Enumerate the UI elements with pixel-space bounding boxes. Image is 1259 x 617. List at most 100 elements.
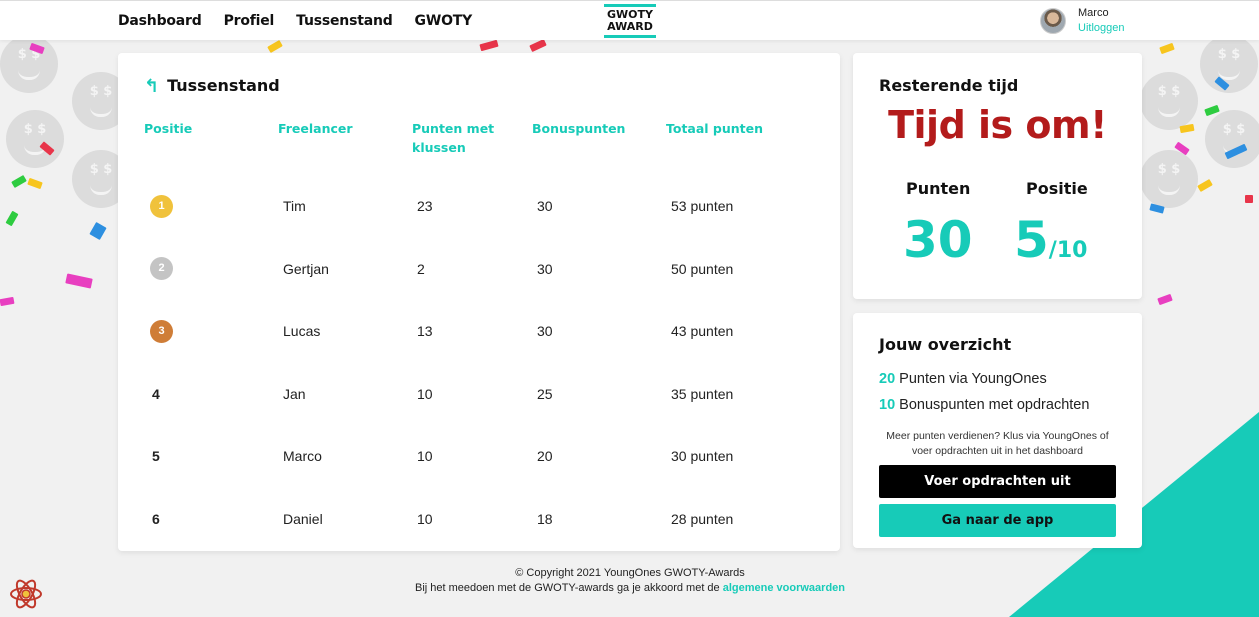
terms-link[interactable]: algemene voorwaarden [723,582,845,594]
position-display: 5/10 [1014,213,1087,278]
cell-job-points: 23 [417,198,433,215]
cell-name: Jan [283,385,306,402]
cell-bonus: 18 [537,510,553,527]
youngones-points-count: 20 [879,371,896,387]
cell-total: 28 punten [671,510,734,527]
points-label: Punten [906,179,971,198]
confetti-piece [1157,293,1173,306]
nav-dashboard[interactable]: Dashboard [118,13,202,29]
cell-bonus: 30 [537,198,553,215]
position-label: Positie [1026,179,1088,198]
standings-table: Positie Freelancer Punten met klussen Bo… [144,119,800,550]
logo-line-2: AWARD [607,20,653,33]
cell-total: 30 punten [671,448,734,465]
remaining-time-title: Resterende tijd [879,76,1019,95]
table-row: 6 Daniel 10 18 28 punten [144,488,800,551]
cell-name: Gertjan [283,260,329,277]
gwoty-award-logo[interactable]: GWOTY AWARD [604,4,656,38]
nav-profiel[interactable]: Profiel [224,13,275,29]
cell-name: Lucas [283,323,321,340]
table-row: 1 Tim 23 30 53 punten [144,175,800,238]
standings-title: Tussenstand [167,76,280,95]
table-header-row: Positie Freelancer Punten met klussen Bo… [144,119,800,175]
confetti-piece [11,174,27,189]
top-navigation-bar: Dashboard Profiel Tussenstand GWOTY GWOT… [0,0,1259,40]
perform-tasks-button[interactable]: Voer opdrachten uit [879,465,1116,498]
table-row: 5 Marco 10 20 30 punten [144,425,800,488]
cell-job-points: 10 [417,385,433,402]
confetti-piece [89,221,107,241]
cell-bonus: 30 [537,260,553,277]
cell-total: 53 punten [671,198,734,215]
earn-more-note: Meer punten verdienen? Klus via YoungOne… [886,430,1109,457]
back-arrow-icon[interactable]: ↰ [144,77,159,95]
coin-face-decoration: $ $ [1140,150,1198,208]
confetti-piece [1179,123,1195,134]
overview-card: Jouw overzicht 20 Punten via YoungOnes 1… [853,313,1142,548]
confetti-piece [65,273,93,289]
remaining-time-card: Resterende tijd Tijd is om! Punten Posit… [853,53,1142,299]
cell-name: Daniel [283,510,323,527]
cell-job-points: 10 [417,510,433,527]
confetti-piece [479,39,499,52]
user-avatar[interactable] [1040,8,1066,34]
table-row: 3 Lucas 13 30 43 punten [144,300,800,363]
page-footer: © Copyright 2021 YoungOnes GWOTY-Awards … [330,566,930,596]
confetti-piece [27,177,43,190]
confetti-piece [267,39,283,54]
confetti-piece [1197,178,1213,193]
overview-title: Jouw overzicht [879,335,1012,354]
cell-position: 4 [152,385,160,402]
points-value: 30 [903,211,973,269]
cell-bonus: 20 [537,448,553,465]
cell-total: 50 punten [671,260,734,277]
table-row: 2 Gertjan 2 30 50 punten [144,238,800,301]
confetti-piece [529,38,547,53]
col-header-position: Positie [144,121,193,136]
coin-face-decoration: $ $ [1140,72,1198,130]
cell-name: Marco [283,448,322,465]
nav-tussenstand[interactable]: Tussenstand [296,13,393,29]
gold-medal-badge: 1 [150,194,173,218]
col-header-bonus: Bonuspunten [532,121,626,136]
bronze-medal-badge: 3 [150,319,173,343]
standings-header: ↰ Tussenstand [144,76,280,95]
cell-bonus: 25 [537,385,553,402]
col-header-total: Totaal punten [666,121,764,136]
coin-face-decoration: $ $ [1205,110,1259,168]
bonus-points-count: 10 [879,397,896,413]
cell-total: 43 punten [671,323,734,340]
overview-points-line: 20 Punten via YoungOnes [879,371,1047,387]
cell-bonus: 30 [537,323,553,340]
user-menu: Marco Uitloggen [1040,6,1124,36]
user-name: Marco [1078,7,1109,19]
standings-card: ↰ Tussenstand Positie Freelancer Punten … [118,53,840,551]
time-over-status: Tijd is om! [888,103,1107,147]
position-value: 5 [1014,211,1049,269]
col-header-job-points: Punten met klussen [412,121,495,155]
table-row: 4 Jan 10 25 35 punten [144,363,800,426]
copyright-text: © Copyright 2021 YoungOnes GWOTY-Awards [515,567,745,579]
coin-face-decoration: $ $ [0,35,58,93]
cell-job-points: 2 [417,260,425,277]
confetti-piece [0,296,15,307]
main-nav: Dashboard Profiel Tussenstand GWOTY [118,13,472,29]
go-to-app-button[interactable]: Ga naar de app [879,504,1116,537]
logout-link[interactable]: Uitloggen [1078,21,1124,36]
react-logo-icon[interactable] [8,576,44,612]
terms-text: Bij het meedoen met de GWOTY-awards ga j… [414,582,720,594]
confetti-piece [1159,42,1175,55]
bonus-points-label: Bonuspunten met opdrachten [899,397,1090,413]
silver-medal-badge: 2 [150,257,173,281]
cell-position: 6 [152,510,160,527]
cell-total: 35 punten [671,385,734,402]
confetti-piece [5,210,19,227]
terms-line: Bij het meedoen met de GWOTY-awards ga j… [330,581,930,596]
youngones-points-label: Punten via YoungOnes [899,371,1047,387]
cell-name: Tim [283,198,306,215]
cell-job-points: 10 [417,448,433,465]
cell-position: 5 [152,448,160,465]
cell-job-points: 13 [417,323,433,340]
confetti-piece [1245,195,1253,203]
nav-gwoty[interactable]: GWOTY [415,13,473,29]
